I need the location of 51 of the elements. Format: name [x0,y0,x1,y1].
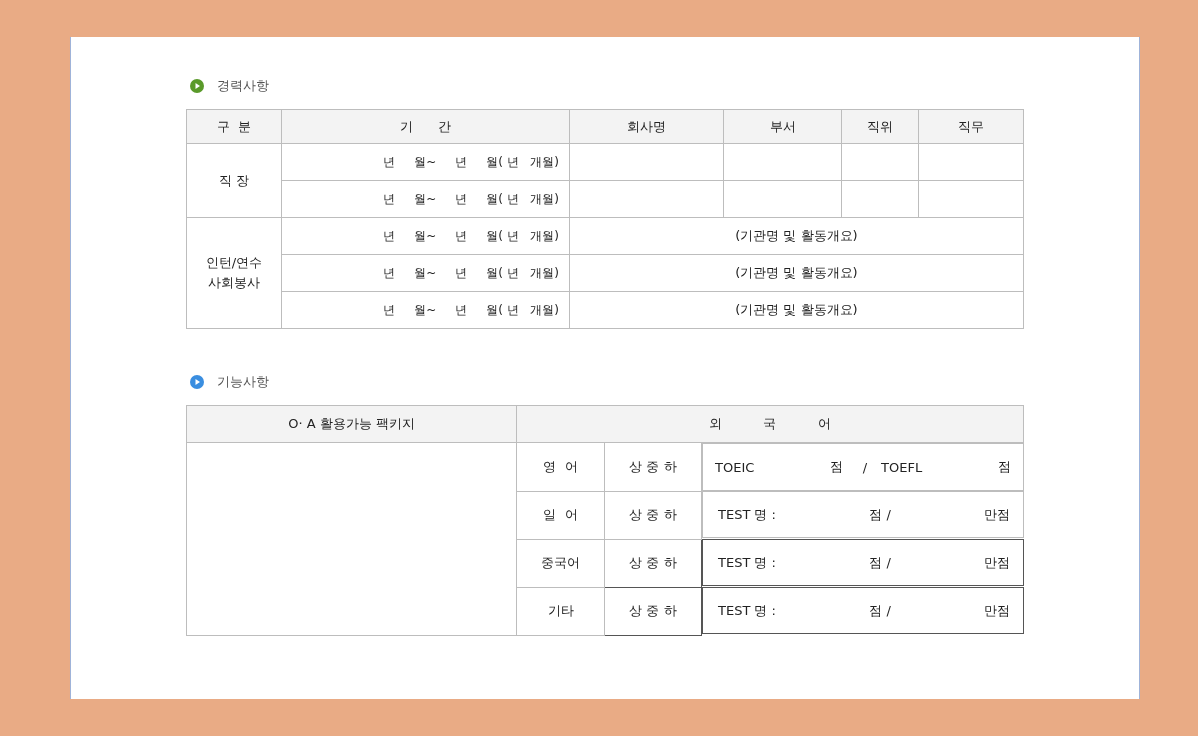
score-label: TOEIC [715,459,755,475]
activity-note: (기관명 및 활동개요) [569,291,1024,329]
score-label: TOEFL [881,459,923,475]
blank-cell[interactable] [723,180,842,218]
score-label: TEST 명 : [718,601,776,620]
blank-cell[interactable] [569,143,724,181]
row-group-label: 인턴/연수 사회봉사 [186,217,282,329]
column-header: 부서 [723,109,842,144]
column-header: 외 국 어 [516,405,1024,443]
level-cell: 상 중 하 [604,587,702,635]
activity-note: (기관명 및 활동개요) [569,217,1024,255]
period-cell: 년 월~ 년 월( 년 개월) [281,254,570,292]
level-cell: 상 중 하 [604,442,702,491]
score-label: 점 / [869,553,891,572]
score-label: 점 / [869,505,891,524]
language-cell: 영 어 [516,442,605,491]
section-title: 기능사항 [217,373,269,391]
score-label: / [862,459,868,475]
blank-cell[interactable] [723,143,842,181]
score-label: TEST 명 : [718,553,776,572]
score-label: 만점 [984,601,1011,620]
blank-cell[interactable] [841,180,919,218]
column-header: 직무 [918,109,1024,144]
column-header: 기 간 [281,109,570,144]
language-cell: 일 어 [516,491,605,539]
blank-cell[interactable] [186,442,517,635]
section-title: 경력사항 [217,77,269,95]
column-header: O· A 활용가능 팩키지 [186,405,517,443]
period-cell: 년 월~ 년 월( 년 개월) [281,143,570,181]
score-label: TEST 명 : [718,505,776,524]
activity-note: (기관명 및 활동개요) [569,254,1024,292]
score-label: 점 / [869,601,891,620]
blank-cell[interactable] [569,180,724,218]
score-label: 만점 [984,505,1011,524]
language-cell: 기타 [516,587,605,635]
score-label: 점 [829,458,843,476]
score-label: 만점 [984,553,1011,572]
language-cell: 중국어 [516,539,605,587]
row-group-label: 직 장 [186,143,282,218]
blank-cell[interactable] [918,143,1024,181]
column-header: 직위 [841,109,919,144]
level-cell: 상 중 하 [604,491,702,539]
blank-cell[interactable] [918,180,1024,218]
score-label: 점 [997,458,1011,476]
blank-cell[interactable] [841,143,919,181]
period-cell: 년 월~ 년 월( 년 개월) [281,291,570,329]
period-cell: 년 월~ 년 월( 년 개월) [281,217,570,255]
column-header: 구 분 [186,109,282,144]
period-cell: 년 월~ 년 월( 년 개월) [281,180,570,218]
column-header: 회사명 [569,109,724,144]
level-cell: 상 중 하 [604,539,702,587]
